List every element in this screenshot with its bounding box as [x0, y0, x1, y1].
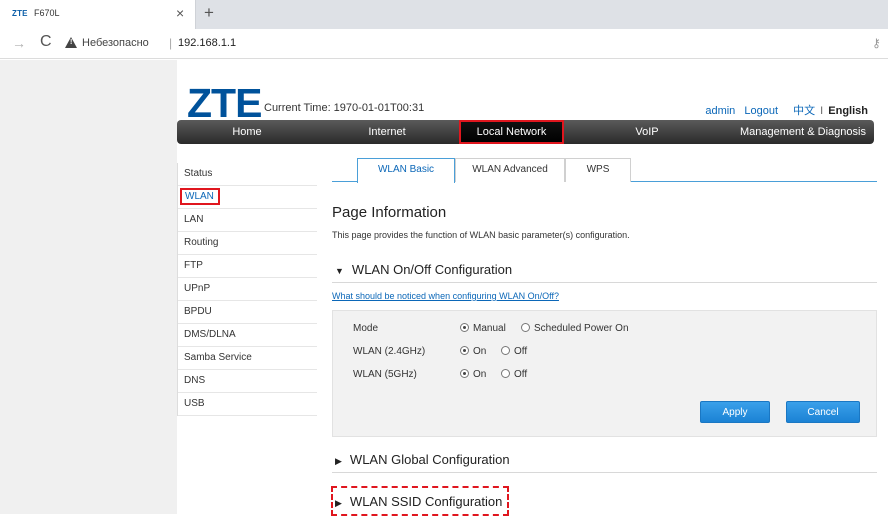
menu-item-bpdu[interactable]: BPDU — [178, 301, 317, 324]
radio-unselected-icon[interactable] — [501, 346, 510, 355]
mode-manual-label: Manual — [473, 323, 506, 334]
left-menu: Status WLAN LAN Routing FTP UPnP BPDU DM… — [177, 163, 317, 416]
mode-scheduled-label: Scheduled Power On — [534, 323, 629, 334]
logout-link[interactable]: Logout — [744, 105, 778, 117]
tab-wlan-advanced[interactable]: WLAN Advanced — [455, 158, 565, 182]
router-page: ZTE Current Time: 1970-01-01T00:31 admin… — [177, 60, 888, 516]
menu-item-label: DMS/DLNA — [184, 329, 236, 340]
page-info-description: This page provides the function of WLAN … — [332, 230, 630, 240]
tab-favicon: ZTE — [12, 9, 28, 18]
menu-item-upnp[interactable]: UPnP — [178, 278, 317, 301]
menu-item-label: UPnP — [184, 283, 211, 294]
not-secure-label[interactable]: Небезопасно — [82, 37, 149, 49]
menu-item-ftp[interactable]: FTP — [178, 255, 317, 278]
menu-item-dns[interactable]: DNS — [178, 370, 317, 393]
page-info-title: Page Information — [332, 204, 447, 221]
nav-voip[interactable]: VoIP — [577, 120, 717, 144]
user-link[interactable]: admin — [705, 105, 735, 117]
tab-wps[interactable]: WPS — [565, 158, 631, 182]
warning-icon[interactable]: ! — [65, 37, 77, 48]
key-icon[interactable]: ⚷ — [872, 36, 881, 50]
tab-title: F670L — [34, 8, 60, 18]
menu-item-label: BPDU — [184, 306, 212, 317]
wlan-24-on-radio[interactable]: On — [460, 346, 486, 357]
menu-item-routing[interactable]: Routing — [178, 232, 317, 255]
wlan-5-on-radio[interactable]: On — [460, 369, 486, 380]
lang-chinese-link[interactable]: 中文 — [793, 105, 815, 117]
menu-item-usb[interactable]: USB — [178, 393, 317, 416]
section-onoff-title: WLAN On/Off Configuration — [351, 262, 513, 277]
divider — [332, 282, 877, 283]
menu-item-label: WLAN — [180, 188, 220, 205]
address-bar: → C ! Небезопасно | 192.168.1.1 ⚷ — [0, 29, 888, 59]
collapse-arrow-icon: ▼ — [335, 266, 344, 276]
wlan-24-label: WLAN (2.4GHz) — [353, 346, 426, 357]
menu-item-dms-dlna[interactable]: DMS/DLNA — [178, 324, 317, 347]
nav-local-network[interactable]: Local Network — [459, 120, 564, 144]
menu-item-label: Routing — [184, 237, 219, 248]
wlan-5-label: WLAN (5GHz) — [353, 369, 417, 380]
wlan-tabs: WLAN Basic WLAN Advanced WPS — [332, 158, 877, 183]
reload-icon[interactable]: C — [40, 33, 52, 51]
menu-item-label: Status — [184, 168, 213, 179]
wlan-5-off-radio[interactable]: Off — [501, 369, 527, 380]
expand-arrow-icon: ▶ — [335, 456, 342, 466]
mode-label: Mode — [353, 323, 379, 334]
menu-item-lan[interactable]: LAN — [178, 209, 317, 232]
url-input[interactable]: 192.168.1.1 — [178, 37, 236, 49]
wlan-5-off-label: Off — [514, 369, 528, 380]
lang-english-link[interactable]: English — [828, 105, 868, 117]
section-ssid-header[interactable]: ▶ WLAN SSID Configuration — [335, 494, 502, 509]
menu-item-label: FTP — [184, 260, 203, 271]
mode-manual-radio[interactable]: Manual — [460, 323, 506, 334]
cancel-button[interactable]: Cancel — [786, 401, 860, 423]
nav-management-diagnosis[interactable]: Management & Diagnosis — [732, 120, 874, 144]
menu-item-label: USB — [184, 398, 205, 409]
section-global-title: WLAN Global Configuration — [349, 452, 510, 467]
expand-arrow-icon: ▶ — [335, 498, 342, 508]
section-global-header[interactable]: ▶ WLAN Global Configuration — [335, 452, 510, 467]
radio-selected-icon[interactable] — [460, 369, 469, 378]
radio-selected-icon[interactable] — [460, 323, 469, 332]
mode-scheduled-radio[interactable]: Scheduled Power On — [521, 323, 629, 334]
browser-tab[interactable]: ZTE F670L × — [0, 0, 196, 29]
header-links: admin Logout 中文 I English — [699, 102, 868, 118]
main-nav: Home Internet Local Network VoIP Managem… — [177, 120, 874, 144]
wlan-24-on-label: On — [473, 346, 487, 357]
nav-internet[interactable]: Internet — [317, 120, 457, 144]
menu-item-status[interactable]: Status — [178, 163, 317, 186]
back-arrow-icon[interactable]: → — [12, 35, 26, 51]
browser-tabbar: ZTE F670L × + — [0, 0, 888, 29]
menu-item-label: LAN — [184, 214, 204, 225]
onoff-notice-link[interactable]: What should be noticed when configuring … — [332, 291, 559, 301]
tab-wlan-basic[interactable]: WLAN Basic — [357, 158, 455, 183]
new-tab-icon[interactable]: + — [204, 3, 214, 23]
tab-close-icon[interactable]: × — [176, 5, 184, 21]
radio-unselected-icon[interactable] — [501, 369, 510, 378]
apply-button[interactable]: Apply — [700, 401, 770, 423]
nav-home[interactable]: Home — [177, 120, 317, 144]
section-onoff-header[interactable]: ▼ WLAN On/Off Configuration — [335, 262, 512, 277]
menu-item-label: DNS — [184, 375, 206, 386]
section-ssid-title: WLAN SSID Configuration — [349, 494, 503, 509]
divider — [332, 472, 877, 473]
radio-selected-icon[interactable] — [460, 346, 469, 355]
radio-unselected-icon[interactable] — [521, 323, 530, 332]
wlan-5-on-label: On — [473, 369, 487, 380]
current-time: Current Time: 1970-01-01T00:31 — [264, 102, 425, 114]
menu-item-label: Samba Service — [184, 352, 252, 363]
address-separator: | — [169, 36, 173, 50]
menu-item-wlan[interactable]: WLAN — [178, 186, 317, 209]
page-left-margin — [0, 60, 177, 514]
wlan-24-off-radio[interactable]: Off — [501, 346, 527, 357]
wlan-24-off-label: Off — [514, 346, 528, 357]
menu-item-samba-service[interactable]: Samba Service — [178, 347, 317, 370]
onoff-config-panel: Mode Manual Scheduled Power On WLAN (2.4… — [332, 310, 877, 437]
lang-separator: I — [820, 105, 824, 117]
